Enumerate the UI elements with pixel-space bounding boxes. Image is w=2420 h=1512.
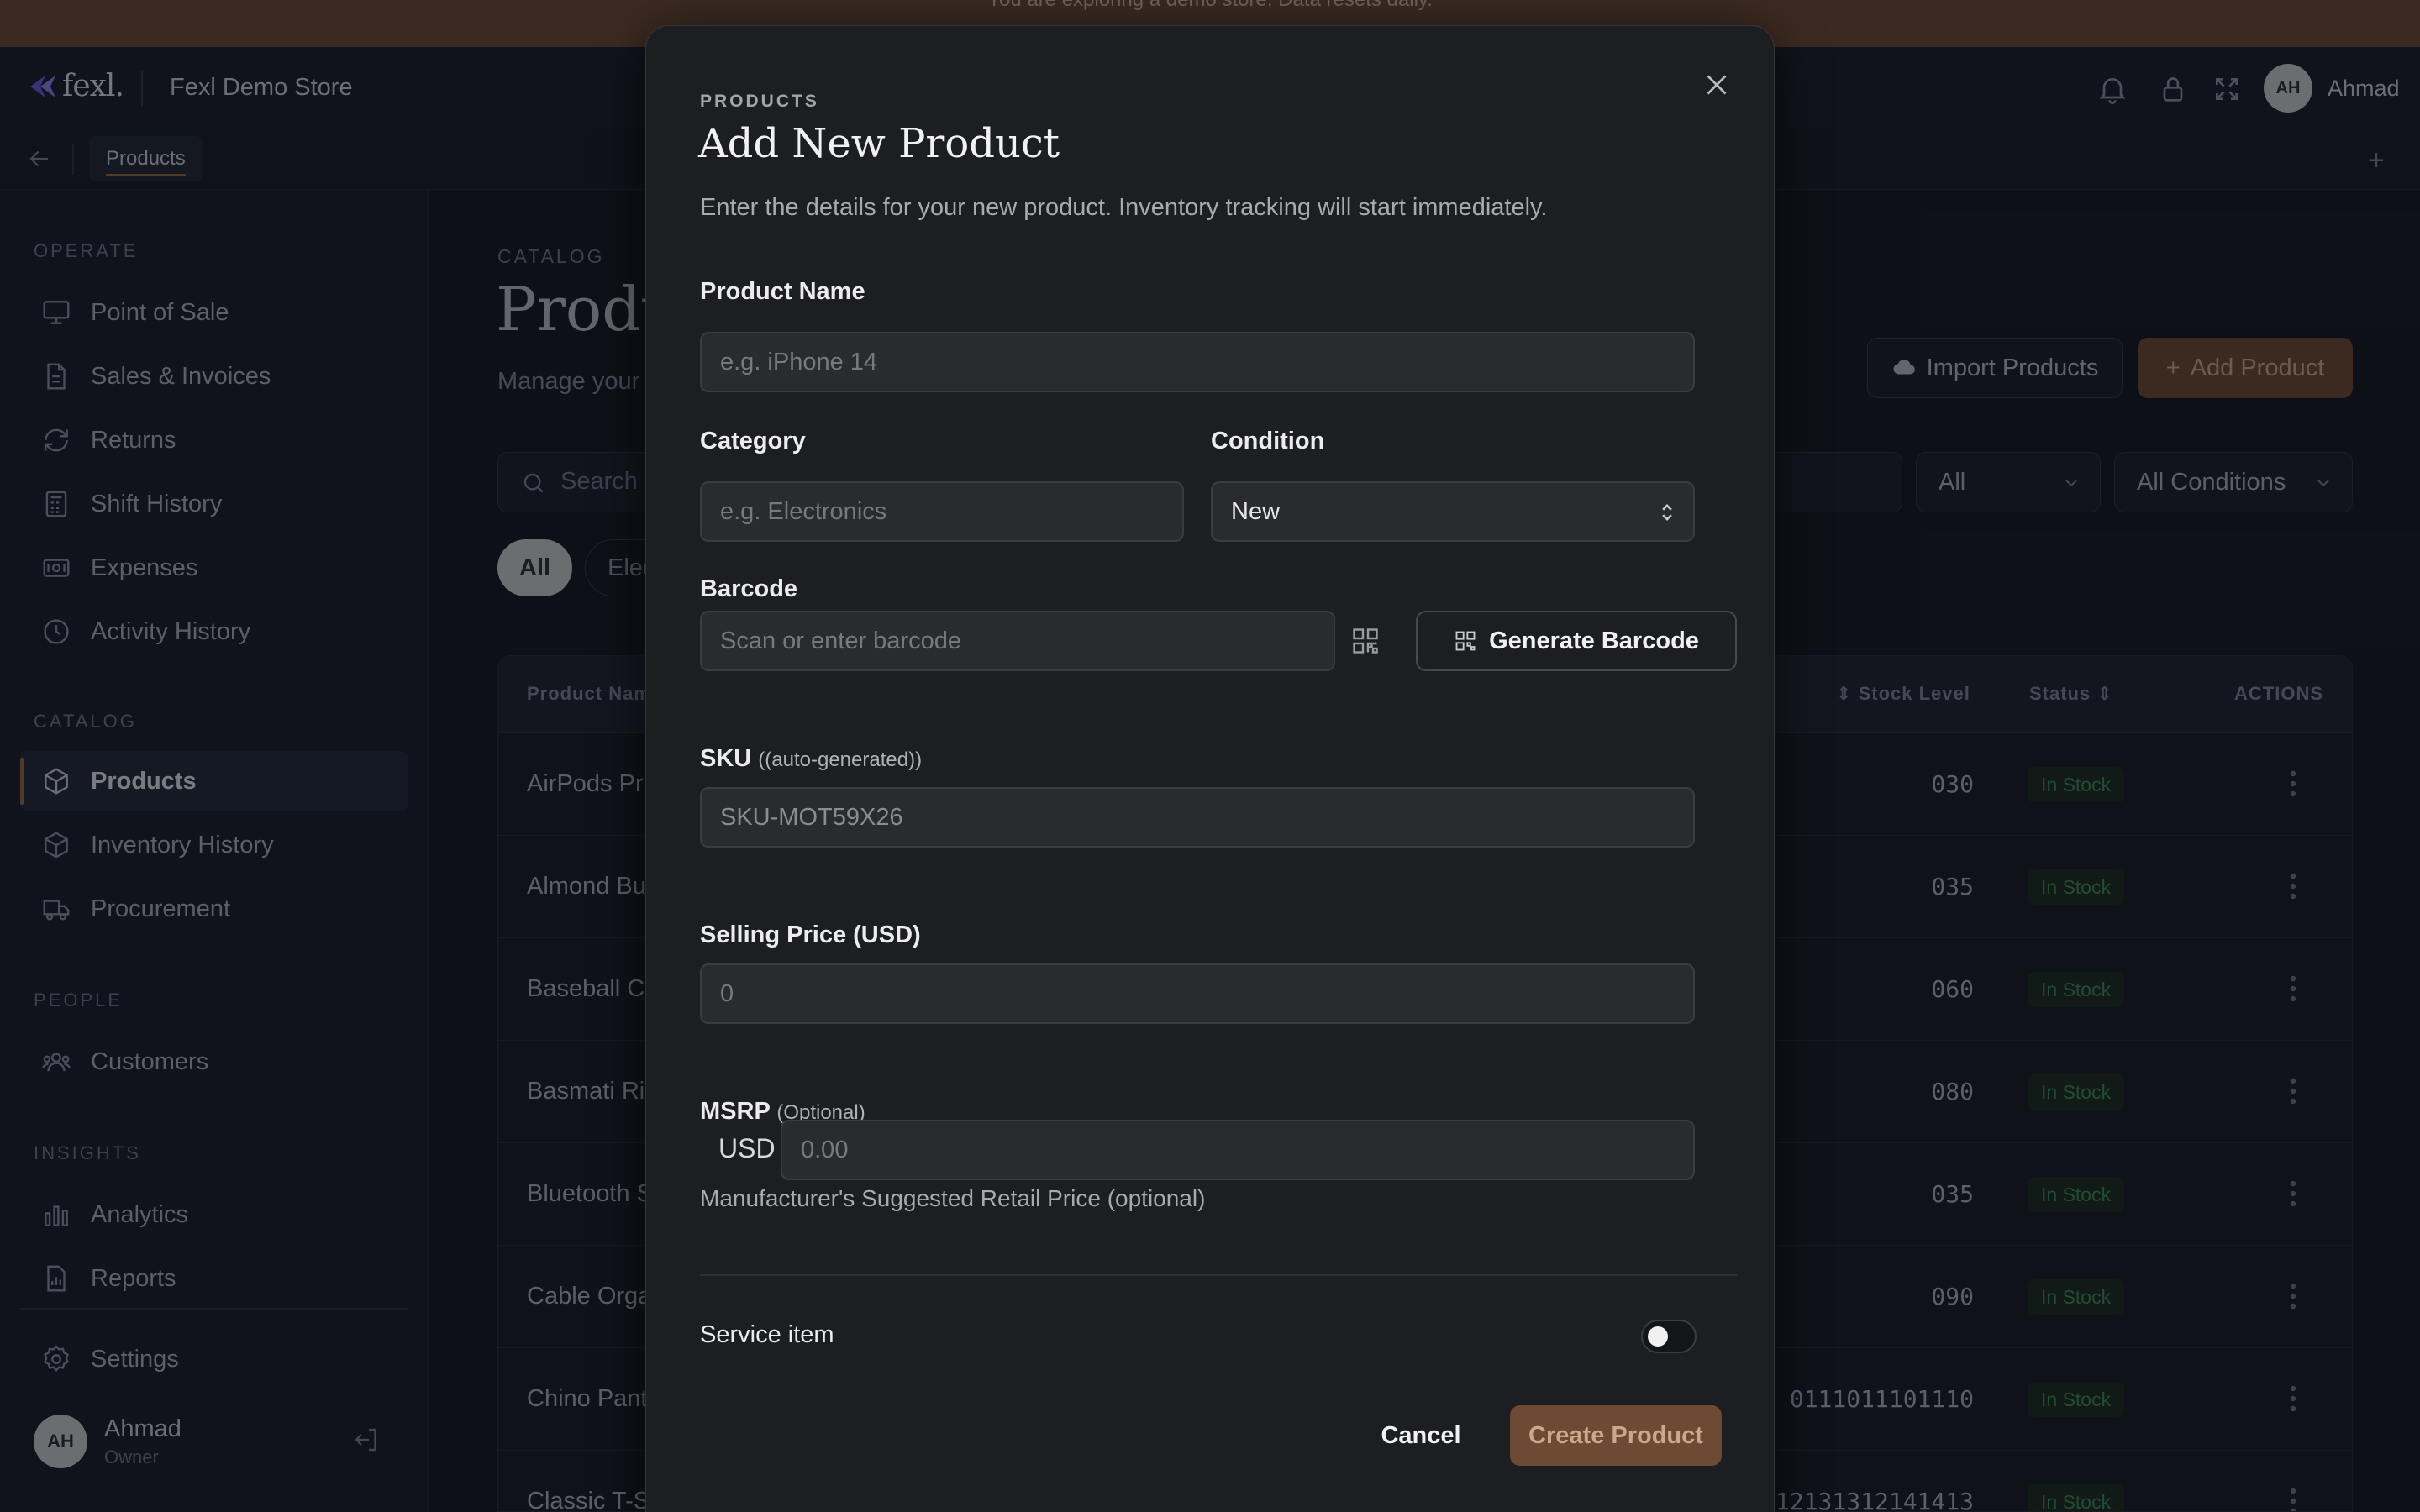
- service-item-toggle[interactable]: [1641, 1320, 1697, 1353]
- barcode-label: Barcode: [700, 575, 798, 602]
- close-icon[interactable]: [1702, 70, 1732, 100]
- generate-barcode-button[interactable]: Generate Barcode: [1416, 611, 1737, 671]
- dialog-eyebrow: PRODUCTS: [700, 92, 819, 111]
- msrp-helper-text: Manufacturer's Suggested Retail Price (o…: [700, 1185, 1206, 1211]
- add-product-dialog: PRODUCTS Add New Product Enter the detai…: [645, 25, 1775, 1512]
- currency-prefix: USD: [718, 1133, 776, 1163]
- cancel-button[interactable]: Cancel: [1372, 1405, 1470, 1466]
- create-product-button[interactable]: Create Product: [1510, 1405, 1722, 1466]
- qr-code-icon: [1455, 631, 1476, 651]
- msrp-label-text: MSRP: [700, 1098, 771, 1125]
- category-input[interactable]: e.g. Electronics: [700, 481, 1184, 542]
- qr-scan-icon[interactable]: [1350, 626, 1381, 656]
- dialog-divider: [700, 1274, 1737, 1276]
- generate-barcode-label: Generate Barcode: [1489, 627, 1699, 654]
- selling-price-label: Selling Price (USD): [700, 921, 921, 948]
- sku-label: SKU ((auto-generated)): [700, 745, 922, 773]
- selling-price-input[interactable]: 0: [700, 963, 1695, 1024]
- sku-label-text: SKU: [700, 745, 752, 772]
- condition-value: New: [1231, 498, 1281, 525]
- dialog-title: Add New Product: [698, 120, 1060, 167]
- dialog-description: Enter the details for your new product. …: [700, 194, 1548, 221]
- category-label: Category: [700, 428, 806, 454]
- sku-input[interactable]: SKU-MOT59X26: [700, 787, 1695, 848]
- condition-select[interactable]: New: [1211, 481, 1695, 542]
- barcode-input[interactable]: Scan or enter barcode: [700, 611, 1335, 671]
- service-item-label: Service item: [700, 1321, 834, 1348]
- chevron-up-down-icon: [1662, 504, 1672, 521]
- product-name-label: Product Name: [700, 278, 865, 305]
- sku-hint: ((auto-generated)): [758, 748, 923, 771]
- product-name-input[interactable]: e.g. iPhone 14: [700, 332, 1695, 392]
- msrp-input[interactable]: 0.00: [781, 1120, 1695, 1180]
- condition-label: Condition: [1211, 428, 1325, 454]
